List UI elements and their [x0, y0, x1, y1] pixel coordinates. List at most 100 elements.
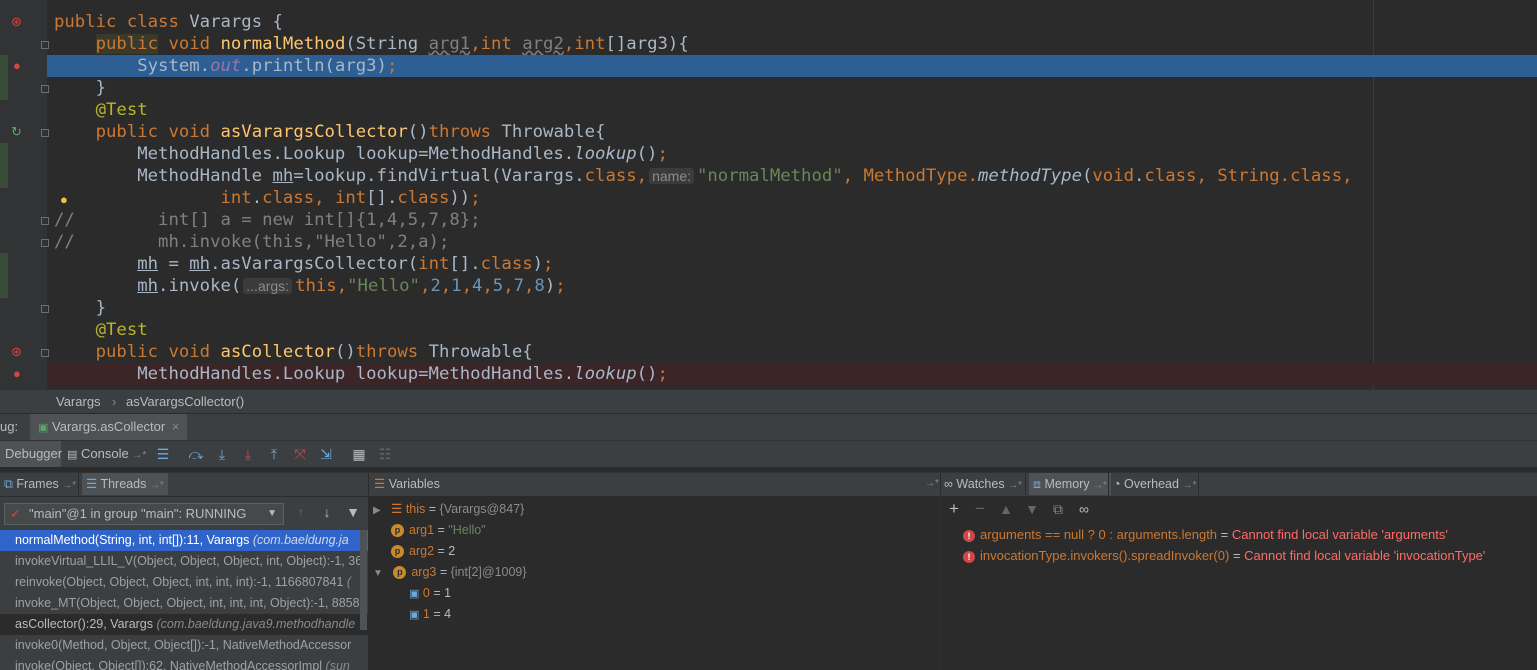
filter-icon[interactable]: ▼	[344, 503, 362, 521]
step-out-icon[interactable]: ⤒	[265, 445, 283, 463]
tab-console[interactable]: ▤ Console →*	[67, 441, 146, 467]
code-line[interactable]: public class Varargs {	[54, 11, 1537, 33]
fold-marker[interactable]	[41, 41, 49, 49]
breakpoint-warning-icon[interactable]: ⊛	[11, 344, 22, 360]
parameter-icon: p	[391, 545, 404, 559]
code-line[interactable]: public void asCollector()throws Throwabl…	[54, 341, 1537, 363]
code-line[interactable]: mh.invoke(...args: this,"Hello",2,1,4,5,7…	[54, 275, 1537, 297]
current-execution-line[interactable]: System.out.println(arg3);	[47, 55, 1537, 77]
threads-icon: ☰	[86, 477, 98, 491]
force-step-into-icon[interactable]: ⤓	[239, 445, 257, 463]
watch-row[interactable]: ! invocationType.invokers().spreadInvoker…	[963, 545, 1485, 566]
code-line[interactable]: @Test	[54, 319, 1537, 341]
run-test-icon[interactable]: ↻	[11, 124, 22, 140]
watch-row[interactable]: ! arguments == null ? 0 : arguments.lengt…	[963, 524, 1448, 545]
step-over-icon[interactable]: ⤼	[187, 445, 205, 463]
fold-marker[interactable]	[41, 305, 49, 313]
remove-watch-icon[interactable]: −	[971, 500, 989, 518]
evaluate-expression-icon[interactable]: ▦	[350, 445, 368, 463]
debug-toolbar: Debugger ▤ Console →* ☰ ⤼ ⤓ ⤓ ⤒ ⤧ ⇲ ▦ ☷	[0, 440, 1537, 467]
watches-panel: + − ▲ ▼ ⧉ ∞ ! arguments == null ? 0 : arg…	[940, 497, 1537, 670]
tab-memory[interactable]: ⧈ Memory →*	[1029, 473, 1111, 495]
tab-frames[interactable]: ⧉ Frames →*	[4, 473, 76, 495]
collapse-icon[interactable]: ▼	[373, 568, 383, 579]
pin-icon[interactable]: →*	[925, 473, 939, 495]
change-marker	[0, 253, 8, 298]
debug-tool-window-header: ug: ▣ Varargs.asCollector ×	[0, 413, 1537, 440]
variable-row[interactable]: ▣ 0 = 1	[409, 583, 451, 604]
parameter-icon: p	[391, 524, 404, 538]
tab-variables[interactable]: ☰ Variables	[374, 473, 440, 495]
variable-row[interactable]: ▼ p arg3 = {int[2]@1009}	[373, 562, 527, 583]
duplicate-icon[interactable]: ⧉	[1049, 500, 1067, 518]
tab-debugger[interactable]: Debugger	[0, 441, 62, 467]
watches-toggle-icon[interactable]: ∞	[1075, 500, 1093, 518]
code-line[interactable]: }	[54, 77, 1537, 99]
code-line[interactable]: // mh.invoke(this,"Hello",2,a);	[54, 231, 1537, 253]
variable-row[interactable]: p arg2 = 2	[391, 541, 455, 562]
expand-icon[interactable]: ▶	[373, 505, 381, 516]
frame-row[interactable]: normalMethod(String, int, int[]):11, Var…	[0, 530, 368, 551]
breadcrumb-method[interactable]: asVarargsCollector()	[126, 390, 244, 413]
breakpoint-line[interactable]: MethodHandles.Lookup lookup=MethodHandle…	[47, 363, 1537, 385]
code-editor[interactable]: ⊛ ● ↻ ⊛ ● public class Varargs { public …	[0, 0, 1537, 389]
code-line[interactable]: }	[54, 297, 1537, 319]
debug-panels-header: ⧉ Frames →* ☰ Threads →* ☰ Variables →* …	[0, 472, 1537, 496]
tab-watches[interactable]: ∞ Watches →*	[944, 473, 1022, 495]
close-icon[interactable]: ×	[172, 419, 180, 434]
variable-row[interactable]: ▶ ☰ this = {Varargs@847}	[373, 499, 524, 520]
fold-marker[interactable]	[41, 349, 49, 357]
frame-row[interactable]: invokeVirtual_LLIL_V(Object, Object, Obj…	[0, 551, 368, 572]
breakpoint-warning-icon[interactable]: ⊛	[11, 14, 22, 30]
editor-gutter[interactable]: ⊛ ● ↻ ⊛ ●	[0, 0, 49, 389]
code-line[interactable]: // int[] a = new int[]{1,4,5,7,8};	[54, 209, 1537, 231]
add-watch-icon[interactable]: +	[945, 500, 963, 518]
step-into-icon[interactable]: ⤓	[213, 445, 231, 463]
code-line[interactable]: MethodHandles.Lookup lookup=MethodHandle…	[54, 143, 1537, 165]
move-up-icon[interactable]: ▲	[997, 500, 1015, 518]
debug-label: ug:	[0, 419, 19, 434]
run-to-cursor-icon[interactable]: ⇲	[317, 445, 335, 463]
code-line[interactable]: @Test	[54, 99, 1537, 121]
error-icon: !	[963, 529, 975, 542]
fold-marker[interactable]	[41, 217, 49, 225]
console-icon: ▤	[67, 449, 78, 461]
code-line[interactable]: MethodHandle mh=lookup.findVirtual(Varar…	[54, 165, 1537, 187]
frame-row[interactable]: asCollector():29, Varargs (com.baeldung.…	[0, 614, 368, 635]
show-execution-point-icon[interactable]: ☰	[154, 445, 172, 463]
change-marker	[0, 55, 8, 100]
primitive-icon: ▣	[409, 609, 420, 621]
variable-row[interactable]: p arg1 = "Hello"	[391, 520, 486, 541]
lightbulb-icon[interactable]: ●	[60, 192, 68, 208]
frames-panel: ✓ "main"@1 in group "main": RUNNING ▼ ↑ …	[0, 497, 368, 670]
next-frame-icon[interactable]: ↓	[318, 503, 336, 521]
frame-row[interactable]: invoke_MT(Object, Object, Object, int, i…	[0, 593, 368, 614]
debug-session-tab[interactable]: ▣ Varargs.asCollector ×	[30, 414, 188, 440]
drop-frame-icon[interactable]: ⤧	[291, 445, 309, 463]
scrollbar[interactable]	[360, 530, 367, 630]
code-line[interactable]: int.class, int[].class));	[54, 187, 1537, 209]
tab-overhead[interactable]: ◔ Overhead →*	[1113, 473, 1196, 495]
frame-row[interactable]: reinvoke(Object, Object, Object, int, in…	[0, 572, 368, 593]
code-line[interactable]: mh = mh.asVarargsCollector(int[].class);	[54, 253, 1537, 275]
breakpoint-icon[interactable]: ●	[13, 58, 21, 74]
fold-marker[interactable]	[41, 239, 49, 247]
move-down-icon[interactable]: ▼	[1023, 500, 1041, 518]
breakpoint-icon[interactable]: ●	[13, 366, 21, 382]
breadcrumb: Varargs › asVarargsCollector()	[0, 389, 1537, 413]
frame-row[interactable]: invoke(Object, Object[]):62, NativeMetho…	[0, 656, 368, 670]
run-config-icon: ▣	[38, 422, 49, 434]
code-line[interactable]: public void asVarargsCollector()throws T…	[54, 121, 1537, 143]
breadcrumb-class[interactable]: Varargs	[56, 390, 101, 413]
fold-marker[interactable]	[41, 129, 49, 137]
tab-threads[interactable]: ☰ Threads →*	[82, 473, 168, 495]
previous-frame-icon[interactable]: ↑	[292, 503, 310, 521]
thread-selector[interactable]: ✓ "main"@1 in group "main": RUNNING ▼	[4, 503, 284, 525]
code-line[interactable]: public void normalMethod(String arg1,int…	[54, 33, 1537, 55]
frames-icon: ⧉	[4, 477, 13, 491]
primitive-icon: ▣	[409, 588, 420, 600]
variable-row[interactable]: ▣ 1 = 4	[409, 604, 451, 625]
trace-icon[interactable]: ☷	[376, 445, 394, 463]
frame-row[interactable]: invoke0(Method, Object, Object[]):-1, Na…	[0, 635, 368, 656]
fold-marker[interactable]	[41, 85, 49, 93]
